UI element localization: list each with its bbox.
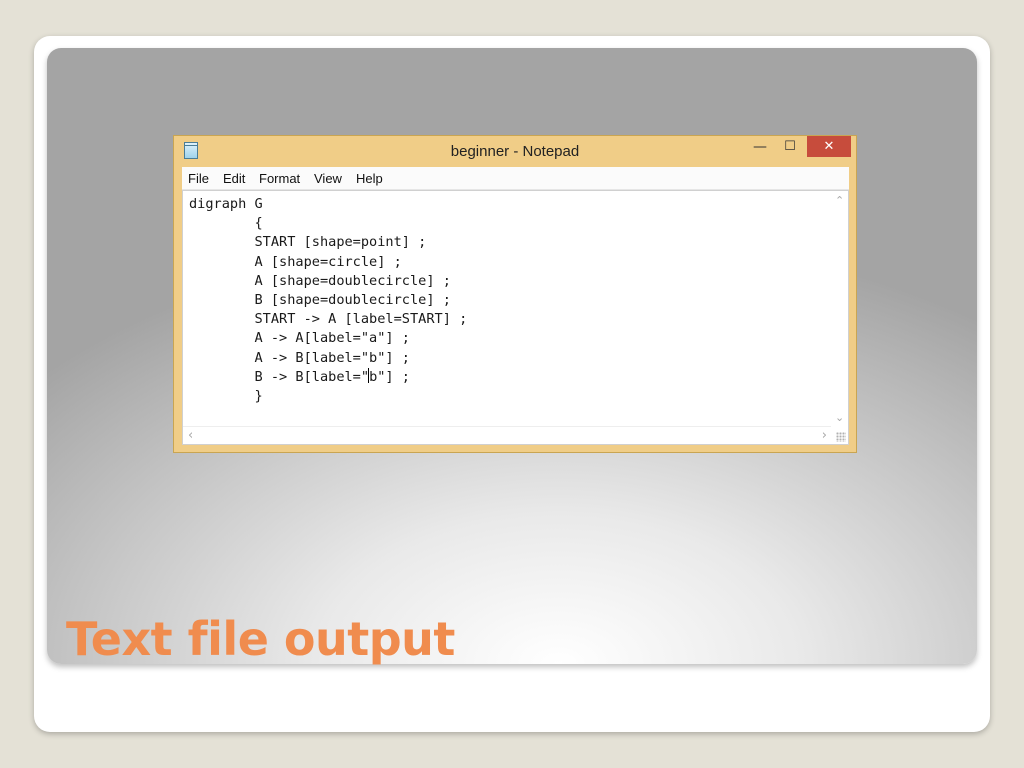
- editor-line-caret: B -> B[label="b"] ;: [189, 367, 467, 387]
- caret-line-head: B -> B[label=": [189, 368, 370, 385]
- horizontal-scrollbar[interactable]: ‹ ›: [183, 426, 831, 444]
- menu-view[interactable]: View: [314, 171, 342, 186]
- text-editor[interactable]: digraph G { START [shape=point] ; A [sha…: [182, 190, 849, 445]
- menu-help[interactable]: Help: [356, 171, 383, 186]
- minimize-button[interactable]: —: [749, 136, 771, 157]
- editor-line: B [shape=doublecircle] ;: [189, 291, 451, 308]
- slide-title: Text file output: [66, 612, 455, 666]
- notepad-window: beginner - Notepad — ☐ ✕ File Edit Forma…: [173, 135, 857, 453]
- editor-line: START [shape=point] ;: [189, 234, 427, 251]
- menu-bar: File Edit Format View Help: [182, 167, 849, 190]
- editor-line: {: [189, 215, 263, 232]
- editor-line: A -> B[label="b"] ;: [189, 349, 410, 366]
- editor-line: }: [189, 387, 263, 404]
- resize-grip-icon[interactable]: [836, 432, 846, 442]
- close-button[interactable]: ✕: [807, 136, 851, 157]
- menu-file[interactable]: File: [188, 171, 209, 186]
- scroll-right-icon[interactable]: ›: [822, 428, 827, 443]
- vertical-scrollbar[interactable]: ⌃ ⌄: [831, 191, 848, 427]
- editor-line: START -> A [label=START] ;: [189, 311, 468, 328]
- window-titlebar[interactable]: beginner - Notepad — ☐ ✕: [174, 136, 856, 166]
- menu-format[interactable]: Format: [259, 171, 300, 186]
- scroll-up-icon[interactable]: ⌃: [835, 194, 844, 207]
- scroll-left-icon[interactable]: ‹: [188, 428, 193, 443]
- editor-text[interactable]: digraph G { START [shape=point] ; A [sha…: [189, 195, 467, 406]
- editor-line: digraph G: [189, 196, 263, 212]
- maximize-button[interactable]: ☐: [779, 136, 801, 157]
- scroll-down-icon[interactable]: ⌄: [835, 411, 844, 424]
- editor-line: A -> A[label="a"] ;: [189, 330, 410, 347]
- caret-line-tail: b"] ;: [369, 368, 410, 385]
- menu-edit[interactable]: Edit: [223, 171, 245, 186]
- editor-line: A [shape=circle] ;: [189, 253, 402, 270]
- editor-line: A [shape=doublecircle] ;: [189, 272, 451, 289]
